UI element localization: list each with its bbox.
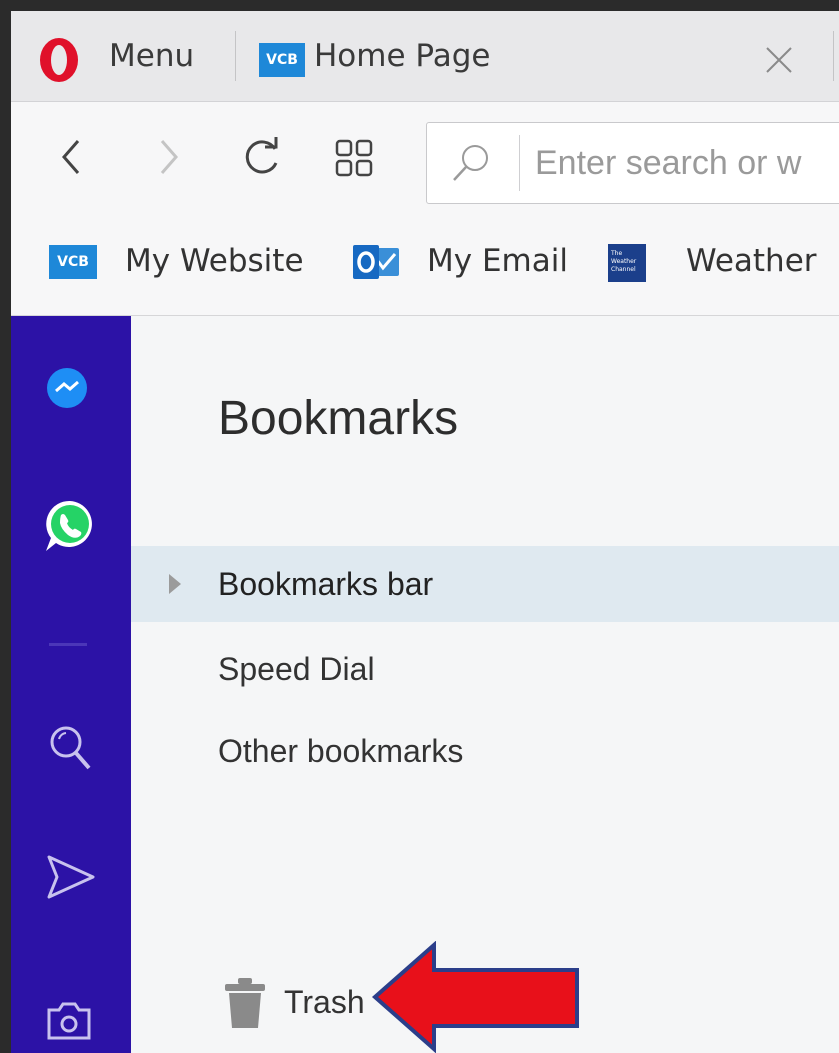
reload-icon[interactable] — [239, 135, 283, 179]
folder-label: Speed Dial — [218, 651, 375, 687]
camera-icon[interactable] — [45, 996, 93, 1042]
folder-other-bookmarks[interactable]: Other bookmarks — [131, 713, 839, 789]
tab-title: Home Page — [314, 38, 491, 74]
speed-dial-grid-icon[interactable] — [334, 138, 374, 178]
bookmark-my-email[interactable]: My Email — [353, 212, 583, 315]
bookmark-label: My Email — [427, 243, 568, 279]
opera-logo-icon[interactable] — [38, 36, 80, 84]
bookmark-label: Weather — [686, 243, 817, 279]
bookmarks-bar: VCB My Website My Email The Weather Chan… — [11, 212, 839, 316]
whatsapp-icon[interactable] — [43, 498, 97, 554]
tab-strip: Menu VCB Home Page — [11, 11, 839, 102]
back-icon[interactable] — [56, 135, 86, 179]
weather-channel-icon: The Weather Channel — [608, 244, 646, 282]
expand-arrow-icon[interactable] — [169, 574, 181, 594]
trash-label: Trash — [284, 984, 365, 1020]
tab-home-page[interactable]: VCB Home Page — [247, 23, 817, 101]
sidebar — [11, 316, 131, 1053]
tab-separator — [833, 31, 834, 81]
outlook-icon — [353, 245, 399, 279]
forward-icon[interactable] — [154, 135, 184, 179]
trash-icon — [225, 978, 265, 1028]
annotation-arrow-icon — [371, 941, 579, 1053]
bookmark-my-website[interactable]: VCB My Website — [49, 212, 319, 315]
page-title: Bookmarks — [218, 392, 459, 445]
close-icon[interactable] — [759, 40, 799, 80]
navigation-bar — [11, 102, 839, 212]
sidebar-divider — [49, 643, 87, 646]
search-icon — [453, 145, 488, 181]
search-icon[interactable] — [45, 721, 95, 775]
folder-label: Other bookmarks — [218, 733, 464, 769]
menu-button[interactable]: Menu — [109, 38, 194, 74]
vcb-favicon-icon: VCB — [49, 245, 97, 279]
address-bar[interactable] — [426, 122, 839, 204]
browser-window: Menu VCB Home Page Enter search or w VCB… — [11, 11, 839, 1053]
messenger-icon[interactable] — [43, 364, 91, 412]
bookmark-weather[interactable]: The Weather Channel Weather — [608, 212, 838, 315]
folder-speed-dial[interactable]: Speed Dial — [131, 631, 839, 707]
search-input[interactable] — [535, 140, 839, 186]
send-icon[interactable] — [45, 854, 97, 900]
bookmark-label: My Website — [125, 243, 304, 279]
vcb-favicon-icon: VCB — [259, 43, 305, 77]
folder-label: Bookmarks bar — [218, 566, 434, 602]
tab-separator — [235, 31, 236, 81]
folder-bookmarks-bar[interactable]: Bookmarks bar — [131, 546, 839, 622]
address-divider — [519, 135, 520, 191]
